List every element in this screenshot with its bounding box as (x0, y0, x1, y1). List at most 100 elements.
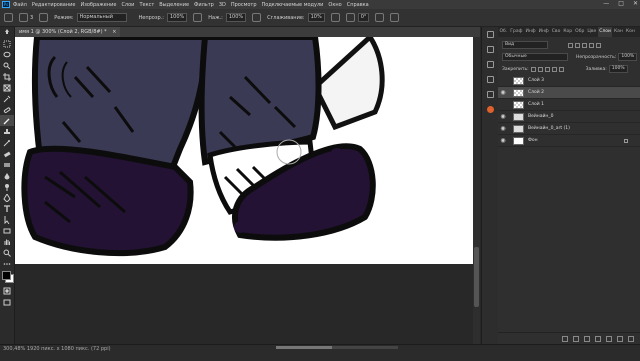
lock-image-icon[interactable] (537, 66, 543, 72)
filter-type-icon[interactable] (582, 42, 587, 48)
angle-icon[interactable] (345, 13, 355, 22)
visibility-eye-icon[interactable]: ◉ (498, 113, 508, 120)
trash-icon[interactable] (628, 335, 634, 342)
filter-smart-icon[interactable] (596, 42, 601, 48)
pressure-size-icon[interactable] (375, 13, 385, 22)
tab-color[interactable]: Цве (586, 27, 598, 37)
brush-settings-icon[interactable] (39, 13, 49, 22)
tab-properties[interactable]: Сво (550, 27, 562, 37)
home-icon[interactable] (4, 13, 13, 22)
dock-properties-button[interactable] (482, 27, 498, 42)
symmetry-icon[interactable] (390, 13, 400, 22)
minimize-button[interactable]: — (603, 0, 609, 7)
dock-adjustments-button[interactable] (482, 42, 498, 57)
more-tools[interactable] (0, 258, 14, 269)
horizontal-scrollbar[interactable] (276, 346, 398, 349)
vertical-scroll-thumb[interactable] (474, 247, 479, 307)
tab-graph[interactable]: Граф (509, 27, 524, 37)
link-layers-icon[interactable] (562, 335, 568, 342)
layer-row-sloi-3[interactable]: Слой 3 (498, 75, 640, 87)
hand-tool[interactable] (0, 236, 14, 247)
foreground-color-swatch[interactable] (2, 271, 11, 280)
dock-character-button[interactable] (482, 87, 498, 102)
lasso-tool[interactable] (0, 49, 14, 60)
menu-type[interactable]: Текст (139, 2, 154, 8)
filter-adjust-icon[interactable] (575, 42, 580, 48)
tab-samples[interactable]: Обр (574, 27, 586, 37)
menu-layers[interactable]: Слои (121, 2, 134, 8)
frame-tool[interactable] (0, 82, 14, 93)
brush-tool-preset-icon[interactable] (19, 13, 28, 22)
smoothing-field[interactable]: 10% (307, 13, 325, 22)
gradient-tool[interactable] (0, 159, 14, 170)
menu-3d[interactable]: 3D (219, 2, 226, 8)
quick-select-tool[interactable] (0, 60, 14, 71)
menu-select[interactable]: Выделение (159, 2, 189, 8)
angle-field[interactable]: 0° (357, 13, 370, 22)
pen-tool[interactable] (0, 192, 14, 203)
path-selection-tool[interactable] (0, 214, 14, 225)
layer-filter-dropdown[interactable]: Вид (502, 41, 548, 49)
tab-navigator[interactable]: Об. (498, 27, 509, 37)
eraser-tool[interactable] (0, 148, 14, 159)
menu-plugins[interactable]: Подключаемые модули (262, 2, 324, 8)
close-window-button[interactable]: ✕ (633, 0, 638, 7)
blur-tool[interactable] (0, 170, 14, 181)
rectangle-tool[interactable] (0, 225, 14, 236)
dock-history-button[interactable] (482, 57, 498, 72)
layer-row-sloi-2[interactable]: ◉ Слой 2 (498, 87, 640, 99)
layer-row-veinain-0-art[interactable]: ◉ Вейнайн_0_art (1) (498, 123, 640, 135)
menu-filter[interactable]: Фильтр (194, 2, 214, 8)
quick-mask-button[interactable] (0, 285, 14, 296)
add-mask-icon[interactable] (584, 335, 590, 342)
fill-field[interactable]: 100% (608, 65, 628, 73)
color-swatches[interactable] (0, 269, 14, 285)
menu-image[interactable]: Изображение (80, 2, 116, 8)
tab-channels[interactable]: Кан (612, 27, 624, 37)
pressure-opacity-icon[interactable] (193, 13, 203, 22)
menu-window[interactable]: Окно (328, 2, 341, 8)
layer-opacity-field[interactable]: 100% (618, 53, 638, 61)
type-tool[interactable] (0, 203, 14, 214)
visibility-eye-icon[interactable]: ◉ (498, 137, 508, 144)
lock-artboard-icon[interactable] (551, 66, 557, 72)
brush-tool[interactable] (0, 115, 14, 126)
dock-swatches-button[interactable] (482, 102, 498, 117)
move-tool[interactable] (0, 27, 14, 38)
menu-edit[interactable]: Редактирование (32, 2, 76, 8)
eyedropper-tool[interactable] (0, 93, 14, 104)
menu-help[interactable]: Справка (347, 2, 369, 8)
lock-all-icon[interactable] (558, 66, 564, 72)
crop-tool[interactable] (0, 71, 14, 82)
smoothing-settings-icon[interactable] (330, 13, 340, 22)
horizontal-scroll-thumb[interactable] (276, 346, 332, 349)
layer-row-sloi-1[interactable]: Слой 1 (498, 99, 640, 111)
document-tab-close[interactable]: × (112, 29, 116, 35)
visibility-eye-icon[interactable]: ◉ (498, 125, 508, 132)
pressure-field[interactable]: 100% (225, 13, 247, 22)
brush-size-value[interactable]: 3 (30, 15, 33, 21)
tab-paths[interactable]: Кон (624, 27, 636, 37)
menu-file[interactable]: Файл (13, 2, 27, 8)
clone-stamp-tool[interactable] (0, 126, 14, 137)
tab-info-1[interactable]: Инф (524, 27, 537, 37)
zoom-tool[interactable] (0, 247, 14, 258)
lock-position-icon[interactable] (544, 66, 550, 72)
airbrush-icon[interactable] (252, 13, 262, 22)
marquee-tool[interactable] (0, 38, 14, 49)
tab-layers[interactable]: Слои (597, 27, 613, 37)
visibility-eye-icon[interactable]: ◉ (498, 89, 508, 96)
filter-pixel-icon[interactable] (568, 42, 573, 48)
blend-mode-dropdown[interactable]: Обычные (502, 53, 568, 61)
lock-transparent-icon[interactable] (530, 66, 536, 72)
layer-row-veinain-0[interactable]: ◉ Вейнайн_0 (498, 111, 640, 123)
document-canvas[interactable] (15, 37, 473, 264)
document-tab[interactable]: имя 1 @ 300% (Слой 2, RGB/8#) * × (15, 27, 121, 37)
opacity-field[interactable]: 100% (166, 13, 188, 22)
mode-dropdown[interactable]: Нормальный (76, 13, 127, 22)
adjustment-layer-icon[interactable] (595, 335, 601, 342)
menu-view[interactable]: Просмотр (231, 2, 257, 8)
new-layer-icon[interactable] (617, 335, 623, 342)
vertical-scrollbar[interactable] (473, 37, 480, 344)
dock-brushes-button[interactable] (482, 72, 498, 87)
